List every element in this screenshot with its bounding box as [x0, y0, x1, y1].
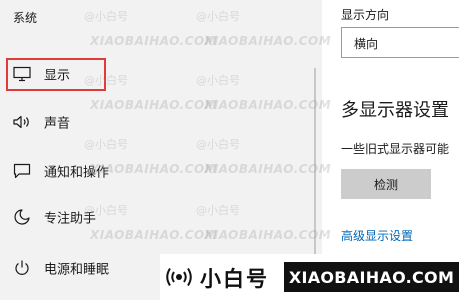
- sidebar-item-label: 通知和操作: [44, 165, 110, 181]
- section-title: 系统: [13, 11, 38, 25]
- speaker-icon: [12, 112, 32, 132]
- notification-icon: [12, 161, 32, 181]
- brand-domain: XIAOBAIHAO.COM: [284, 262, 459, 292]
- detect-button[interactable]: 检测: [341, 169, 431, 199]
- orientation-value: 横向: [354, 37, 379, 51]
- sidebar-item-label: 声音: [44, 116, 71, 132]
- moon-icon: [12, 207, 32, 227]
- sidebar-item-display[interactable]: 显示: [0, 58, 310, 90]
- sidebar-item-label: 显示: [44, 68, 71, 84]
- power-icon: [12, 258, 32, 278]
- broadcast-icon: [164, 265, 194, 293]
- orientation-label: 显示方向: [341, 8, 390, 22]
- multi-display-heading: 多显示器设置: [341, 100, 449, 121]
- monitor-icon: [12, 64, 32, 84]
- orientation-dropdown[interactable]: 横向: [341, 27, 459, 58]
- legacy-display-text: 一些旧式显示器可能: [341, 142, 450, 156]
- brand-name: 小白号: [200, 267, 269, 291]
- sidebar-item-sound[interactable]: 声音: [0, 106, 310, 138]
- advanced-display-settings-link[interactable]: 高级显示设置: [341, 227, 413, 244]
- sidebar-item-focus-assist[interactable]: 专注助手: [0, 201, 310, 233]
- sidebar-item-label: 电源和睡眠: [44, 262, 110, 278]
- sidebar-item-label: 专注助手: [44, 211, 97, 227]
- brand-banner: 小白号 XIAOBAIHAO.COM: [160, 254, 459, 300]
- sidebar-item-notifications[interactable]: 通知和操作: [0, 155, 310, 187]
